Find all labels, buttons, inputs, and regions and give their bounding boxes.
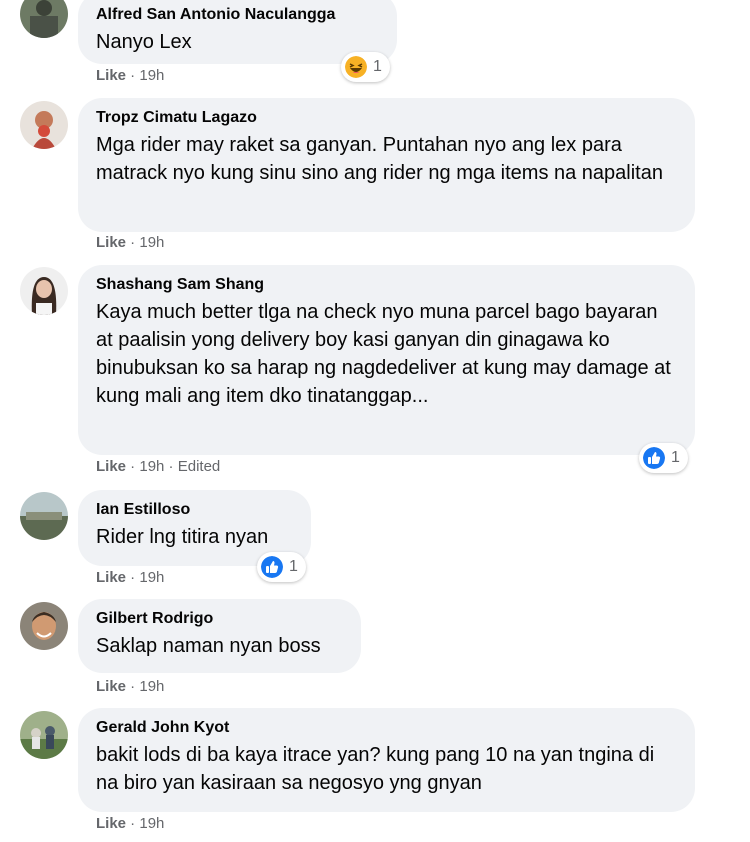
comment-bubble: Shashang Sam Shang Kaya much better tlga… <box>78 265 695 455</box>
comment-meta: Like · 19h <box>96 569 165 586</box>
comment-author[interactable]: Shashang Sam Shang <box>96 275 675 295</box>
reaction-badge[interactable]: 1 <box>639 443 688 473</box>
like-link[interactable]: Like <box>96 569 126 586</box>
reaction-badge[interactable]: 1 <box>257 552 306 582</box>
like-link[interactable]: Like <box>96 67 126 84</box>
comment-time[interactable]: 19h <box>139 458 164 475</box>
like-link[interactable]: Like <box>96 458 126 475</box>
comment-time[interactable]: 19h <box>139 234 164 251</box>
comment-author[interactable]: Gerald John Kyot <box>96 718 675 738</box>
comment-text: Nanyo Lex <box>96 31 192 53</box>
reaction-count: 1 <box>671 449 680 466</box>
comment-text: Mga rider may raket sa ganyan. Puntahan … <box>96 134 663 184</box>
avatar[interactable] <box>20 267 68 315</box>
like-link[interactable]: Like <box>96 678 126 695</box>
avatar[interactable] <box>20 492 68 540</box>
comment-author[interactable]: Alfred San Antonio Naculangga <box>96 5 377 25</box>
like-link[interactable]: Like <box>96 815 126 832</box>
comment-time[interactable]: 19h <box>139 678 164 695</box>
avatar[interactable] <box>20 101 68 149</box>
comment-author[interactable]: Gilbert Rodrigo <box>96 609 341 629</box>
comment-author[interactable]: Tropz Cimatu Lagazo <box>96 108 675 128</box>
comment-bubble: Tropz Cimatu Lagazo Mga rider may raket … <box>78 98 695 232</box>
like-icon <box>261 556 283 578</box>
like-link[interactable]: Like <box>96 234 126 251</box>
comment-time[interactable]: 19h <box>139 815 164 832</box>
comment-bubble: Gilbert Rodrigo Saklap naman nyan boss <box>78 599 361 673</box>
avatar[interactable] <box>20 0 68 38</box>
comment-text: Saklap naman nyan boss <box>96 635 321 657</box>
comment-time[interactable]: 19h <box>139 67 164 84</box>
comment-meta: Like · 19h <box>96 67 165 84</box>
like-icon <box>643 447 665 469</box>
comment-bubble: Gerald John Kyot bakit lods di ba kaya i… <box>78 708 695 812</box>
avatar[interactable] <box>20 711 68 759</box>
comment-author[interactable]: Ian Estilloso <box>96 500 291 520</box>
comment-text: bakit lods di ba kaya itrace yan? kung p… <box>96 744 655 794</box>
comment-meta: Like · 19h · Edited <box>96 458 221 475</box>
comment-meta: Like · 19h <box>96 815 165 832</box>
comment-time[interactable]: 19h <box>139 569 164 586</box>
comment-text: Rider lng titira nyan <box>96 526 269 548</box>
avatar[interactable] <box>20 602 68 650</box>
reaction-badge[interactable]: 1 <box>341 52 390 82</box>
comment-meta: Like · 19h <box>96 234 165 251</box>
reaction-count: 1 <box>373 58 382 75</box>
comment-meta: Like · 19h <box>96 678 165 695</box>
comment-text: Kaya much better tlga na check nyo muna … <box>96 301 671 407</box>
reaction-count: 1 <box>289 558 298 575</box>
edited-label[interactable]: Edited <box>178 458 221 475</box>
haha-icon <box>345 56 367 78</box>
